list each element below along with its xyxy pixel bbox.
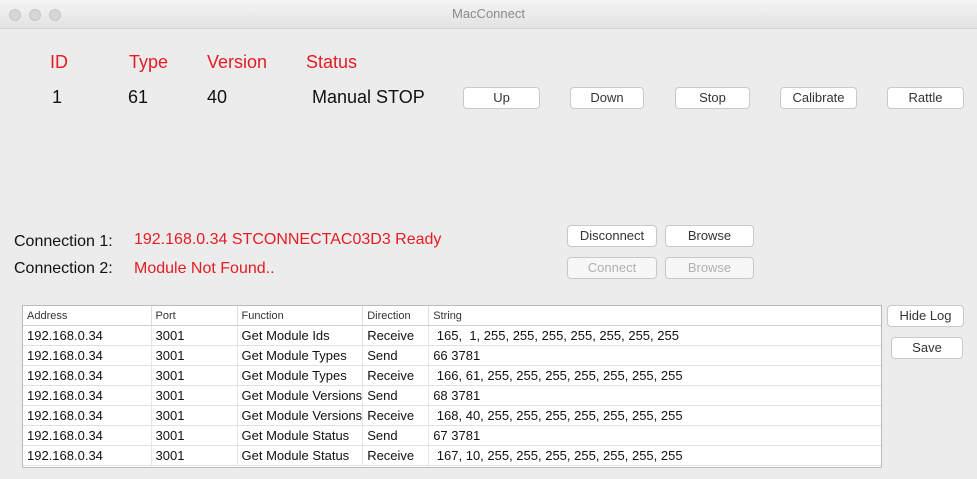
log-header-row: Address Port Function Direction String (23, 306, 881, 326)
table-row[interactable]: 192.168.0.34 3001 Get Module Versions Re… (23, 405, 881, 426)
function-cell: Get Module Types (237, 345, 364, 366)
connection-2-status: Module Not Found.. (134, 260, 275, 277)
function-cell: Get Module Versions (237, 405, 364, 426)
connection-1-label: Connection 1: (14, 233, 113, 250)
direction-cell: Receive (362, 445, 430, 466)
address-cell: 192.168.0.34 (23, 385, 152, 406)
address-cell: 192.168.0.34 (23, 365, 152, 386)
column-header-string[interactable]: String (428, 306, 881, 326)
rattle-button[interactable]: Rattle (887, 87, 964, 109)
direction-cell: Send (362, 345, 430, 366)
port-cell: 3001 (151, 405, 238, 426)
string-cell: 68 3781 (428, 385, 881, 406)
port-cell: 3001 (151, 345, 238, 366)
connection-1-status: 192.168.0.34 STCONNECTAC03D3 Ready (134, 231, 442, 248)
port-cell: 3001 (151, 325, 238, 346)
address-cell: 192.168.0.34 (23, 445, 152, 466)
type-header: Type (129, 52, 169, 72)
module-status-value: Manual STOP (312, 87, 425, 107)
string-cell: 166, 61, 255, 255, 255, 255, 255, 255, 2… (428, 365, 881, 386)
string-cell: 167, 10, 255, 255, 255, 255, 255, 255, 2… (428, 445, 881, 466)
direction-cell: Receive (362, 405, 430, 426)
port-cell: 3001 (151, 385, 238, 406)
string-cell: 165, 1, 255, 255, 255, 255, 255, 255, 25… (428, 325, 881, 346)
string-cell: 67 3781 (428, 425, 881, 446)
table-row[interactable]: 192.168.0.34 3001 Get Module Status Send… (23, 425, 881, 446)
id-header: ID (50, 52, 68, 72)
calibrate-button[interactable]: Calibrate (780, 87, 857, 109)
hide-log-button[interactable]: Hide Log (887, 305, 964, 327)
module-type-value: 61 (128, 87, 149, 107)
up-button[interactable]: Up (463, 87, 540, 109)
connection-2-label: Connection 2: (14, 260, 113, 277)
window-title: MacConnect (452, 6, 525, 21)
function-cell: Get Module Types (237, 365, 364, 386)
stop-button[interactable]: Stop (675, 87, 750, 109)
string-cell: 168, 40, 255, 255, 255, 255, 255, 255, 2… (428, 405, 881, 426)
string-cell: 66 3781 (428, 345, 881, 366)
port-cell: 3001 (151, 425, 238, 446)
down-button[interactable]: Down (570, 87, 644, 109)
address-cell: 192.168.0.34 (23, 345, 152, 366)
table-row[interactable]: 192.168.0.34 3001 Get Module Types Recei… (23, 365, 881, 386)
port-cell: 3001 (151, 445, 238, 466)
port-cell: 3001 (151, 365, 238, 386)
table-row[interactable]: 192.168.0.34 3001 Get Module Types Send … (23, 345, 881, 366)
function-cell: Get Module Ids (237, 325, 364, 346)
module-id-value: 1 (52, 87, 63, 107)
save-log-button[interactable]: Save (891, 337, 963, 359)
function-cell: Get Module Status (237, 445, 364, 466)
address-cell: 192.168.0.34 (23, 425, 152, 446)
table-row[interactable]: 192.168.0.34 3001 Get Module Status Rece… (23, 445, 881, 466)
function-cell: Get Module Status (237, 425, 364, 446)
browse-button-1[interactable]: Browse (665, 225, 754, 247)
address-cell: 192.168.0.34 (23, 325, 152, 346)
version-header: Version (207, 52, 268, 72)
address-cell: 192.168.0.34 (23, 405, 152, 426)
direction-cell: Receive (362, 325, 430, 346)
column-header-port[interactable]: Port (151, 306, 238, 326)
direction-cell: Send (362, 425, 430, 446)
browse-button-2[interactable]: Browse (665, 257, 754, 279)
status-header: Status (306, 52, 358, 72)
connect-button[interactable]: Connect (567, 257, 657, 279)
direction-cell: Send (362, 385, 430, 406)
log-table[interactable]: Address Port Function Direction String 1… (22, 305, 882, 468)
function-cell: Get Module Versions (237, 385, 364, 406)
title-bar: MacConnect (0, 0, 977, 29)
column-header-function[interactable]: Function (237, 306, 364, 326)
table-row[interactable]: 192.168.0.34 3001 Get Module Ids Receive… (23, 325, 881, 346)
column-header-address[interactable]: Address (23, 306, 152, 326)
column-header-direction[interactable]: Direction (362, 306, 430, 326)
module-version-value: 40 (207, 87, 228, 107)
app-window: MacConnect ID Type Version Status 1 61 4… (0, 0, 977, 479)
disconnect-button[interactable]: Disconnect (567, 225, 657, 247)
direction-cell: Receive (362, 365, 430, 386)
table-row[interactable]: 192.168.0.34 3001 Get Module Versions Se… (23, 385, 881, 406)
